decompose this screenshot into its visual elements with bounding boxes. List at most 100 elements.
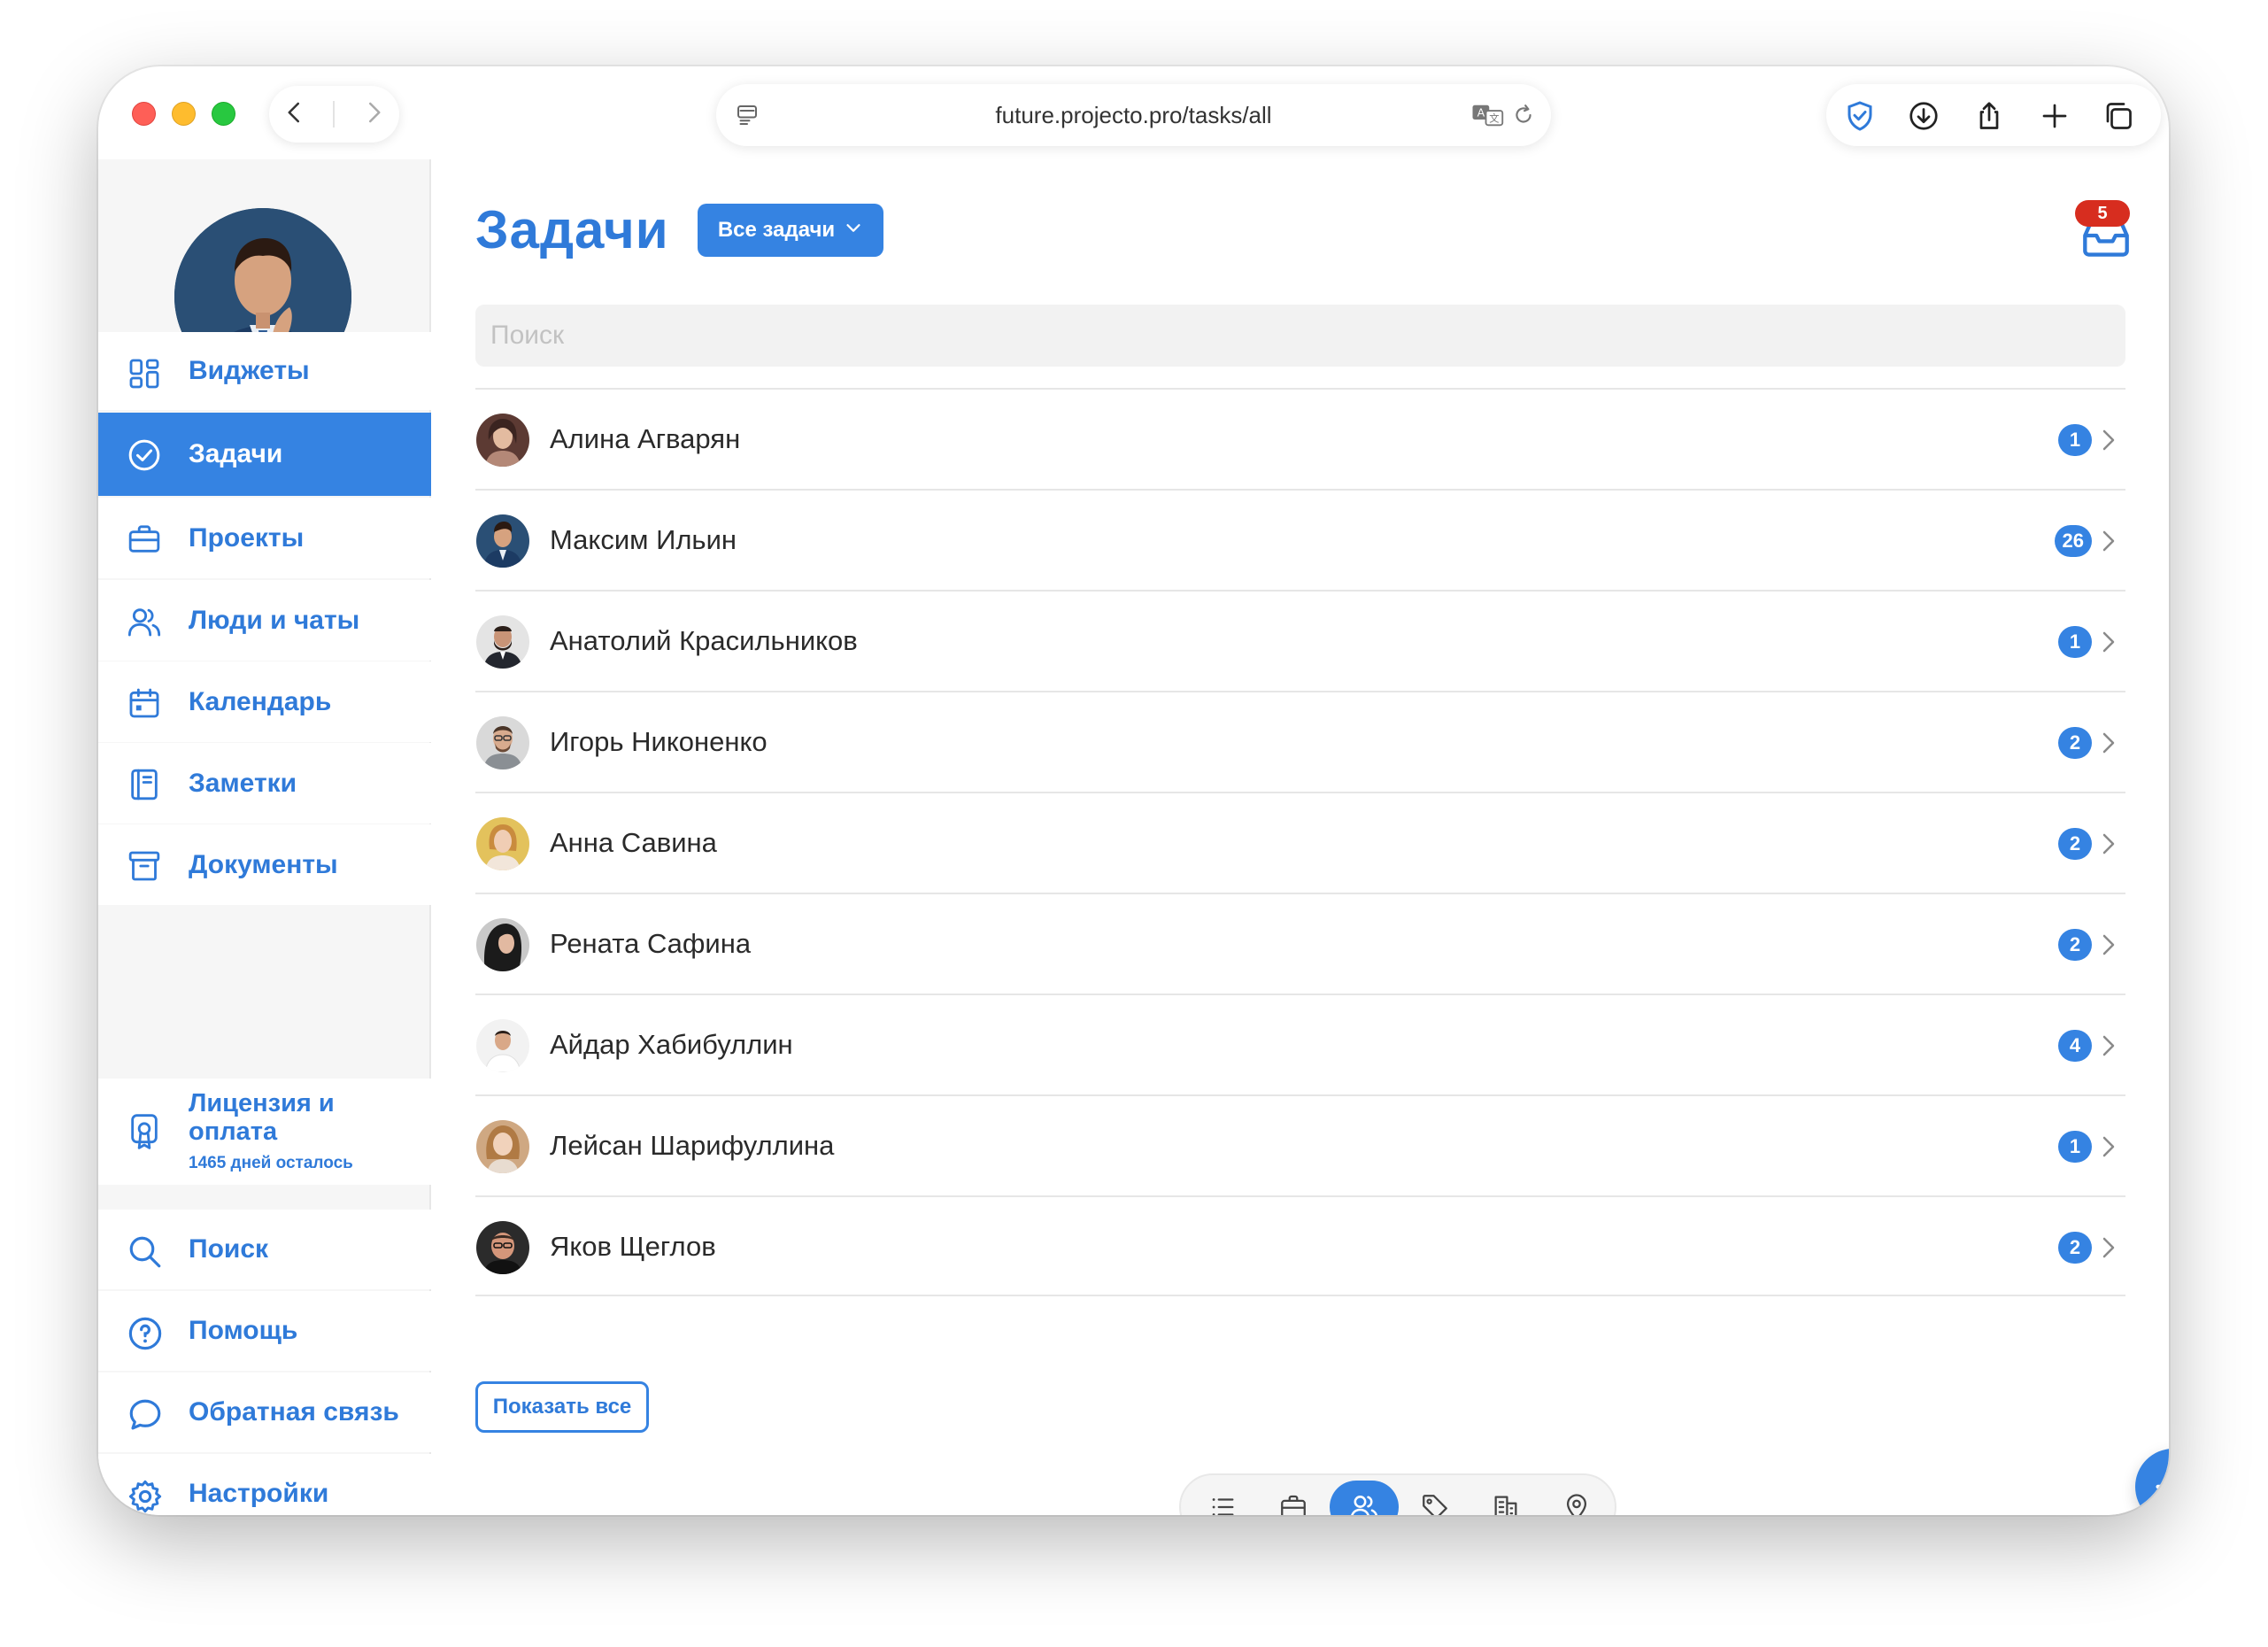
sidebar-item-label: Настройки xyxy=(189,1479,329,1508)
sidebar-item-tasks[interactable]: Задачи xyxy=(98,413,431,496)
list-item[interactable]: Алина Агварян 1 xyxy=(475,388,2125,489)
browser-toolbar: future.projecto.pro/tasks/all A文 xyxy=(98,66,2169,159)
grouping-tab-bar xyxy=(1179,1473,1616,1515)
tab-projects[interactable] xyxy=(1259,1481,1328,1515)
sidebar-item-people[interactable]: Люди и чаты xyxy=(98,580,431,661)
list-item[interactable]: Рената Сафина 2 xyxy=(475,893,2125,994)
sidebar-item-projects[interactable]: Проекты xyxy=(98,498,431,578)
search-icon xyxy=(127,1233,162,1269)
tab-people[interactable] xyxy=(1330,1481,1399,1515)
chevron-down-icon xyxy=(844,218,863,244)
tab-locations[interactable] xyxy=(1542,1481,1611,1515)
show-all-button[interactable]: Показать все xyxy=(475,1381,649,1433)
share-icon[interactable] xyxy=(1973,100,2005,136)
inbox-count-badge: 5 xyxy=(2075,200,2130,227)
task-count-badge: 26 xyxy=(2054,525,2092,557)
chevron-right-icon xyxy=(2099,932,2118,963)
plus-icon xyxy=(2156,1484,2169,1489)
person-name: Анатолий Красильников xyxy=(550,625,858,656)
chevron-right-icon xyxy=(2099,1133,2118,1164)
history-nav xyxy=(269,86,399,143)
download-icon[interactable] xyxy=(1908,100,1940,136)
avatar xyxy=(476,615,529,669)
add-task-button[interactable] xyxy=(2135,1449,2169,1515)
window-controls xyxy=(132,102,235,126)
sidebar-item-label: Проекты xyxy=(189,522,305,553)
back-icon[interactable] xyxy=(282,99,308,130)
browser-window: future.projecto.pro/tasks/all A文 Виджеты… xyxy=(98,66,2169,1515)
calendar-icon xyxy=(127,685,162,721)
avatar xyxy=(476,918,529,971)
forward-icon[interactable] xyxy=(360,99,387,130)
people-icon xyxy=(1351,1496,1378,1515)
avatar xyxy=(476,1120,529,1173)
sidebar-item-calendar[interactable]: Календарь xyxy=(98,661,431,742)
shield-extension-icon[interactable] xyxy=(1844,100,1876,136)
people-icon xyxy=(127,604,162,639)
sidebar: Виджеты Задачи Проекты Люди и чаты Кален… xyxy=(98,159,431,1515)
certificate-icon xyxy=(127,1112,162,1156)
sidebar-item-label: Задачи xyxy=(189,439,283,468)
list-item[interactable]: Анатолий Красильников 1 xyxy=(475,590,2125,691)
inbox-button[interactable]: 5 xyxy=(2075,200,2132,262)
person-name: Лейсан Шарифуллина xyxy=(550,1130,835,1161)
chevron-right-icon xyxy=(2099,1234,2118,1265)
person-name: Игорь Никоненко xyxy=(550,726,768,757)
task-count-badge: 1 xyxy=(2058,424,2092,456)
avatar xyxy=(476,414,529,467)
list-item[interactable]: Анна Савина 2 xyxy=(475,792,2125,893)
list-item[interactable]: Айдар Хабибуллин 4 xyxy=(475,994,2125,1094)
tab-companies[interactable] xyxy=(1471,1481,1540,1515)
task-filter-dropdown[interactable]: Все задачи xyxy=(698,204,883,257)
minimize-window-button[interactable] xyxy=(172,102,196,126)
briefcase-icon xyxy=(127,522,162,557)
close-window-button[interactable] xyxy=(132,102,156,126)
sidebar-item-label: Виджеты xyxy=(189,356,310,385)
chevron-right-icon xyxy=(2099,831,2118,862)
avatar xyxy=(476,817,529,870)
main-content: Задачи Все задачи 5 Алина Агварян 1 Макс… xyxy=(433,159,2169,1515)
check-circle-icon xyxy=(127,437,162,473)
zoom-window-button[interactable] xyxy=(212,102,235,126)
person-name: Рената Сафина xyxy=(550,928,752,959)
address-url[interactable]: future.projecto.pro/tasks/all xyxy=(716,84,1551,146)
tab-list[interactable] xyxy=(1188,1481,1257,1515)
sidebar-item-label: Помощь xyxy=(189,1316,298,1345)
sidebar-item-help[interactable]: Помощь xyxy=(98,1291,431,1371)
chevron-right-icon xyxy=(2099,730,2118,761)
translate-icon[interactable]: A文 xyxy=(1471,102,1505,133)
sidebar-item-label: Документы xyxy=(189,849,338,879)
sidebar-item-feedback[interactable]: Обратная связь xyxy=(98,1372,431,1452)
list-item[interactable]: Яков Щеглов 2 xyxy=(475,1195,2125,1296)
sidebar-item-label: Календарь xyxy=(189,686,332,716)
sidebar-item-search[interactable]: Поиск xyxy=(98,1210,431,1289)
person-name: Алина Агварян xyxy=(550,423,741,454)
new-tab-icon[interactable] xyxy=(2039,100,2071,136)
gear-icon xyxy=(127,1478,162,1513)
tab-tags[interactable] xyxy=(1400,1481,1470,1515)
license-title: Лицензия и оплата xyxy=(189,1089,335,1146)
sidebar-item-label: Люди и чаты xyxy=(189,605,360,635)
search-input[interactable] xyxy=(475,305,2125,367)
address-bar[interactable]: future.projecto.pro/tasks/all A文 xyxy=(716,84,1551,146)
list-item[interactable]: Лейсан Шарифуллина 1 xyxy=(475,1094,2125,1195)
notebook-icon xyxy=(127,767,162,802)
chat-bubble-icon xyxy=(127,1396,162,1432)
tabs-overview-icon[interactable] xyxy=(2102,100,2134,136)
sidebar-item-widgets[interactable]: Виджеты xyxy=(98,332,431,410)
avatar xyxy=(476,514,529,568)
reload-icon[interactable] xyxy=(1512,104,1535,131)
sidebar-item-settings[interactable]: Настройки xyxy=(98,1454,431,1515)
sidebar-item-notes[interactable]: Заметки xyxy=(98,743,431,824)
building-icon xyxy=(1494,1496,1517,1515)
task-count-badge: 2 xyxy=(2058,1232,2092,1264)
sidebar-item-documents[interactable]: Документы xyxy=(98,824,431,905)
person-name: Яков Щеглов xyxy=(550,1231,716,1262)
list-item[interactable]: Игорь Никоненко 2 xyxy=(475,691,2125,792)
sidebar-item-license[interactable]: Лицензия и оплата 1465 дней осталось xyxy=(98,1079,431,1185)
task-count-badge: 2 xyxy=(2058,828,2092,860)
svg-text:A: A xyxy=(1477,105,1485,119)
list-item[interactable]: Максим Ильин 26 xyxy=(475,489,2125,590)
chevron-right-icon xyxy=(2099,1032,2118,1063)
chevron-right-icon xyxy=(2099,629,2118,660)
